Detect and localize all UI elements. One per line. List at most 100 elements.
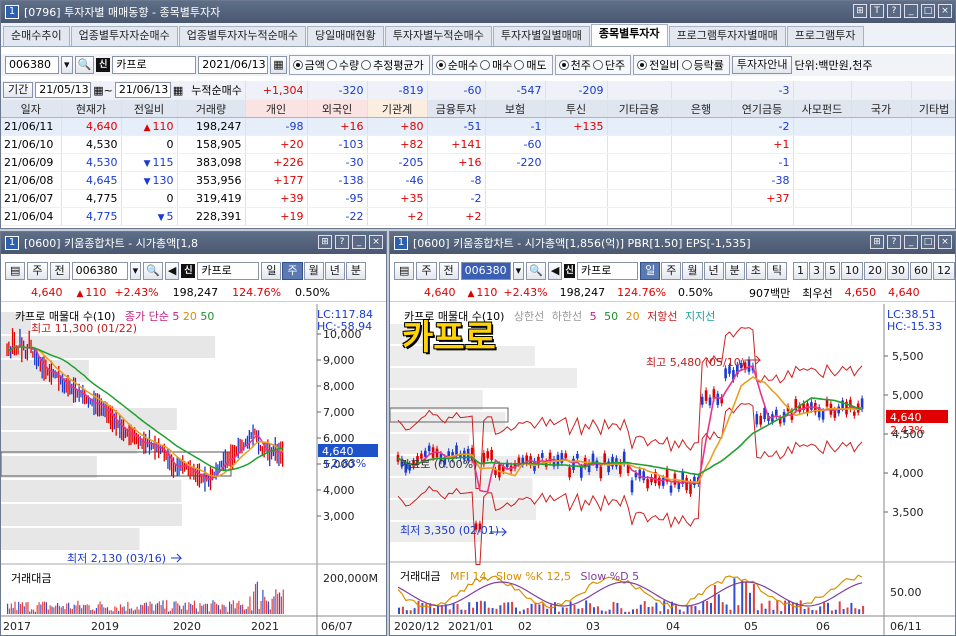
code-dropdown-icon[interactable]: ▾ (61, 56, 73, 74)
radio-radios3-0[interactable]: 천주 (558, 57, 591, 73)
link-icon[interactable]: ⊞ (853, 4, 867, 18)
column-header[interactable]: 국가 (851, 99, 912, 118)
speaker-icon[interactable]: ◀ (547, 262, 563, 280)
right-chart-titlebar[interactable]: 1 [0600] 키움종합차트 - 시가총액[1,856(억)] PBR[1.5… (390, 232, 955, 254)
investor-trend-titlebar[interactable]: 1 [0796] 투자자별 매매동향 - 종목별투자자 ⊞ T ? _ □ × (1, 1, 955, 23)
tab-4[interactable]: 투자자별누적순매수 (384, 26, 492, 46)
interval-button-4[interactable]: 20 (864, 262, 886, 280)
code-dropdown-icon[interactable]: ▾ (129, 262, 142, 280)
period-button-0[interactable]: 일 (261, 262, 282, 280)
menu-icon[interactable]: T (870, 4, 884, 18)
period-button-1[interactable]: 주 (282, 262, 303, 280)
table-row[interactable]: 21/06/084,645130353,956+177-138-46-8 -38 (1, 171, 955, 190)
period-button-1[interactable]: 주 (661, 262, 682, 280)
interval-button-0[interactable]: 1 (793, 262, 808, 280)
minimize-icon[interactable]: _ (904, 4, 918, 18)
period-button-2[interactable]: 월 (303, 262, 324, 280)
stock-type-button[interactable]: 주 (27, 262, 48, 280)
link-icon[interactable]: ⊞ (870, 235, 884, 249)
date-input[interactable]: 2021/06/13 (198, 56, 269, 74)
column-header[interactable]: 기타법 (911, 99, 955, 118)
period-button-2[interactable]: 월 (682, 262, 703, 280)
chart-code-input[interactable]: 006380 (71, 262, 128, 280)
tab-6[interactable]: 종목별투자자 (590, 24, 668, 46)
left-chart-area[interactable]: 10,000 9,000 8,000 7,000 6,000 5,000 4,000 3,00… (1, 304, 386, 635)
interval-button-6[interactable]: 60 (910, 262, 932, 280)
radio-radios3-1[interactable]: 단주 (592, 57, 625, 73)
link-icon[interactable]: ⊞ (318, 235, 332, 249)
tab-5[interactable]: 투자자별일별매매 (492, 26, 590, 46)
column-header[interactable]: 금융투자 (427, 99, 486, 118)
close-icon[interactable]: × (938, 4, 952, 18)
table-row[interactable]: 21/06/10 4,530 0 158,905 +20 -103 +82 +141 -60 +1 (1, 135, 955, 154)
column-header[interactable]: 외국인 (307, 99, 368, 118)
table-row[interactable]: 21/06/07 4,775 0 319,419 +39 -95 +35 -2 +37 (1, 189, 955, 208)
period-to-input[interactable]: 21/06/13 (114, 82, 171, 98)
stock-code-input[interactable]: 006380 (5, 56, 59, 74)
tab-3[interactable]: 당일매매현황 (307, 26, 384, 46)
help-icon[interactable]: ? (335, 235, 349, 249)
column-header[interactable]: 사모펀드 (793, 99, 852, 118)
column-header[interactable]: 보험 (485, 99, 546, 118)
tab-0[interactable]: 순매수추이 (3, 26, 70, 46)
help-icon[interactable]: ? (887, 4, 901, 18)
left-chart-titlebar[interactable]: 1 [0600] 키움종합차트 - 시가총액[1,8 ⊞ ? _ × (1, 232, 386, 254)
investor-guide-button[interactable]: 투자자안내 (731, 56, 793, 74)
period-from-input[interactable]: 21/05/13 (35, 82, 92, 98)
column-header[interactable]: 거래량 (177, 99, 246, 118)
interval-button-7[interactable]: 12 (933, 262, 955, 280)
radio-radios2-1[interactable]: 매수 (480, 57, 512, 73)
interval-button-1[interactable]: 3 (809, 262, 824, 280)
interval-button-5[interactable]: 30 (887, 262, 909, 280)
interval-button-3[interactable]: 10 (841, 262, 863, 280)
period-button-3[interactable]: 년 (703, 262, 724, 280)
tab-8[interactable]: 프로그램투자 (786, 26, 864, 46)
tab-2[interactable]: 업종별투자자누적순매수 (178, 26, 307, 46)
tab-1[interactable]: 업종별투자자순매수 (70, 26, 178, 46)
minimize-icon[interactable]: _ (352, 235, 366, 249)
chart-settings-icon[interactable]: ▤ (394, 262, 415, 280)
close-icon[interactable]: × (938, 235, 952, 249)
help-icon[interactable]: ? (887, 235, 901, 249)
radio-radios2-0[interactable]: 순매수 (435, 57, 478, 73)
code-dropdown-icon[interactable]: ▾ (512, 262, 525, 280)
period-button-6[interactable]: 틱 (766, 262, 787, 280)
interval-button-2[interactable]: 5 (825, 262, 840, 280)
column-header[interactable]: 연기금등 (731, 99, 794, 118)
calendar-icon[interactable]: ▦~ (93, 84, 113, 97)
radio-radios4-1[interactable]: 등락률 (681, 57, 724, 73)
maximize-icon[interactable]: □ (921, 4, 935, 18)
column-header[interactable]: 개인 (245, 99, 308, 118)
chart-code-input[interactable]: 006380 (460, 262, 511, 280)
table-row[interactable]: 21/06/044,7755228,391+19-22+2+2 (1, 207, 955, 226)
radio-radios2-2[interactable]: 매도 (514, 57, 547, 73)
minimize-icon[interactable]: _ (904, 235, 918, 249)
calendar-icon[interactable]: ▦ (270, 56, 287, 74)
stock-type-button[interactable]: 주 (416, 262, 437, 280)
column-header[interactable]: 기타금융 (607, 99, 672, 118)
chart-name-field[interactable]: 카프로 (197, 262, 260, 280)
period-button-3[interactable]: 년 (324, 262, 345, 280)
period-button-4[interactable]: 분 (724, 262, 745, 280)
period-button-5[interactable]: 초 (745, 262, 766, 280)
radio-radios4-0[interactable]: 전일비 (637, 57, 680, 73)
stock-name-field[interactable]: 카프로 (112, 56, 197, 74)
chart-settings-icon[interactable]: ▤ (5, 262, 26, 280)
speaker-icon[interactable]: ◀ (164, 262, 180, 280)
column-header[interactable]: 투신 (545, 99, 608, 118)
column-header[interactable]: 현재가 (61, 99, 122, 118)
table-row[interactable]: 21/06/114,640110198,247-98+16+80-51-1+13… (1, 117, 955, 136)
radio-radios1-2[interactable]: 추정평균가 (361, 57, 424, 73)
radio-radios1-0[interactable]: 금액 (292, 57, 325, 73)
column-header[interactable]: 기관계 (367, 99, 428, 118)
maximize-icon[interactable]: □ (921, 235, 935, 249)
calendar-icon[interactable]: ▦ (173, 84, 183, 97)
search-icon[interactable]: 🔍 (143, 262, 163, 280)
right-chart-area[interactable]: 5,500 5,000 4,500 4,000 3,500 4,640 2.43% 2020/… (390, 304, 955, 635)
radio-radios1-1[interactable]: 수량 (326, 57, 359, 73)
search-icon[interactable]: 🔍 (526, 262, 546, 280)
all-button[interactable]: 전 (438, 262, 459, 280)
chart-name-field[interactable]: 카프로 (576, 262, 639, 280)
column-header[interactable]: 일자 (1, 99, 62, 118)
table-row[interactable]: 21/06/094,530115383,098+226-30-205+16-22… (1, 153, 955, 172)
